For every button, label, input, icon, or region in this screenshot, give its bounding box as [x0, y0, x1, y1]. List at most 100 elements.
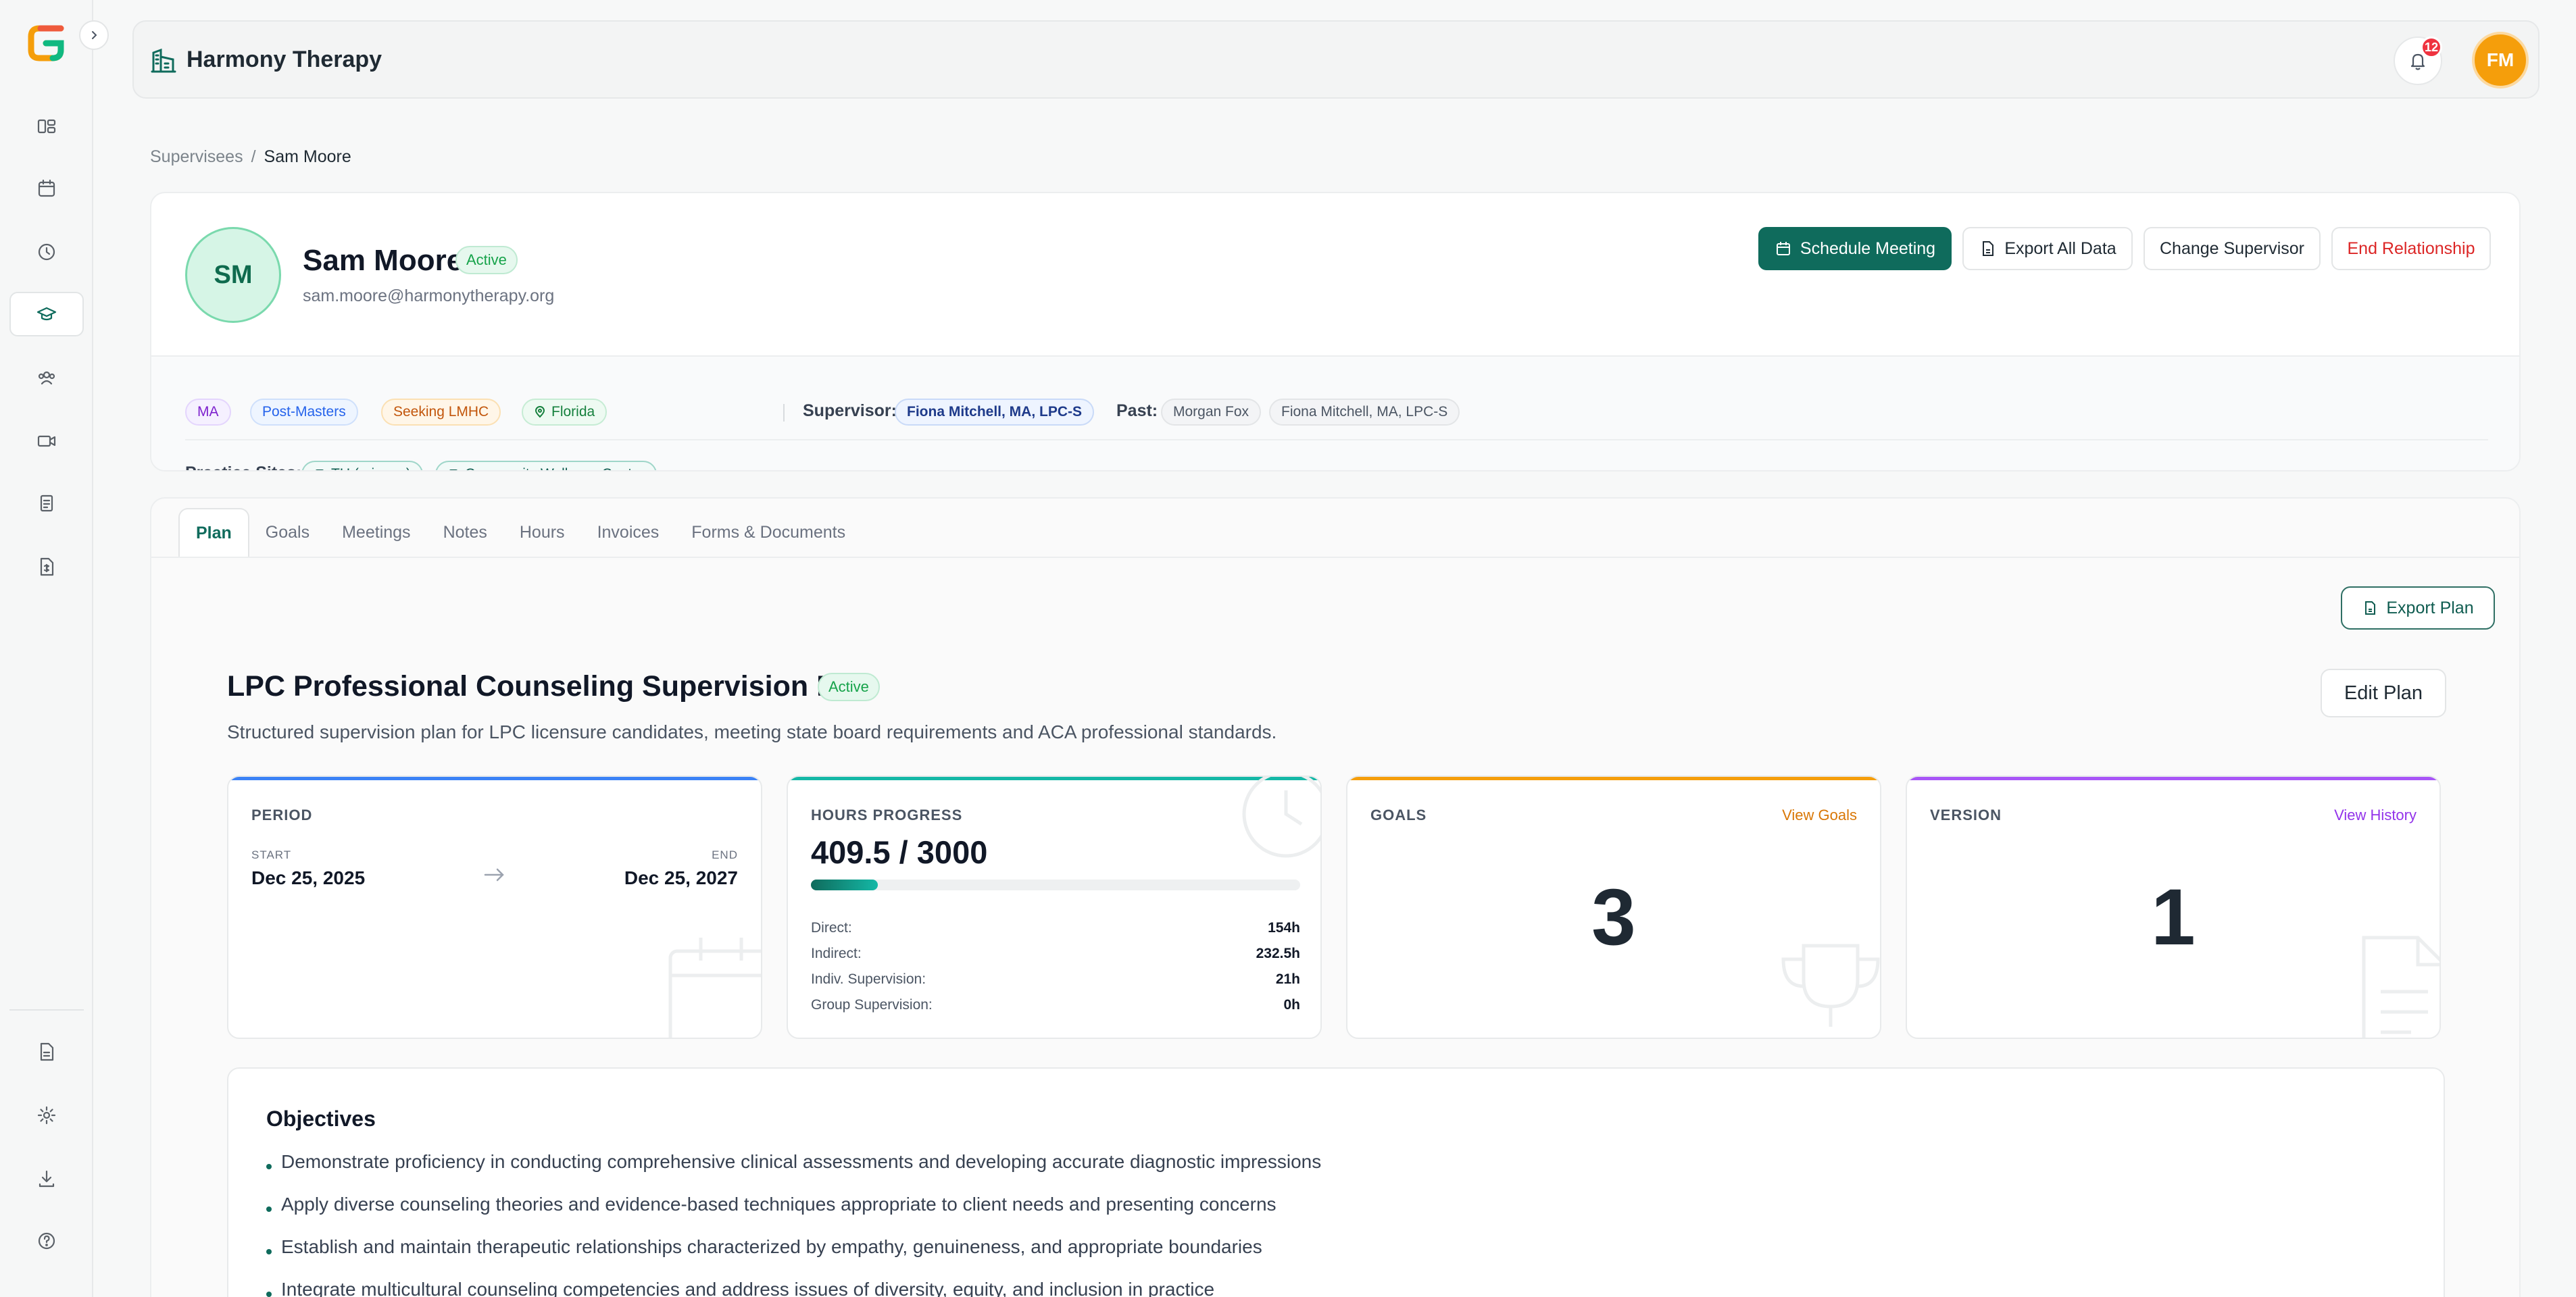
hours-row-value: 21h: [1275, 971, 1300, 987]
change-supervisor-button[interactable]: Change Supervisor: [2144, 227, 2321, 270]
profile-header: SM Sam Moore Active sam.moore@harmonythe…: [151, 193, 2519, 355]
breadcrumb-separator: /: [251, 147, 256, 166]
nav-video[interactable]: [9, 419, 84, 463]
nav-help[interactable]: [9, 1219, 84, 1263]
practice-site-label: TU (primary): [331, 466, 411, 470]
sidebar: [0, 0, 93, 1297]
download-icon: [39, 1170, 55, 1188]
nav-dashboard[interactable]: [9, 104, 84, 149]
tab-invoices[interactable]: Invoices: [581, 508, 676, 557]
supervisee-profile-card: SM Sam Moore Active sam.moore@harmonythe…: [150, 192, 2521, 472]
period-label: PERIOD: [251, 807, 313, 823]
end-relationship-button[interactable]: End Relationship: [2331, 227, 2491, 270]
card-accent: [1347, 777, 1880, 780]
nav-documents[interactable]: [9, 1029, 84, 1074]
schedule-meeting-label: Schedule Meeting: [1800, 238, 1936, 258]
plan-title: LPC Professional Counseling Supervision …: [227, 670, 878, 703]
tab-hours[interactable]: Hours: [503, 508, 581, 557]
objective-text: Demonstrate proficiency in conducting co…: [281, 1151, 1322, 1172]
nav-forms[interactable]: [9, 481, 84, 526]
objective-item: Apply diverse counseling theories and ev…: [266, 1194, 1277, 1215]
tabs-divider: [151, 557, 2519, 558]
export-plan-label: Export Plan: [2386, 598, 2474, 617]
calendar-icon: [38, 179, 55, 197]
supervisee-name: Sam Moore: [303, 244, 464, 277]
view-history-link[interactable]: View History: [2334, 807, 2417, 824]
clipboard-icon: [40, 494, 53, 512]
practice-site-tag[interactable]: Community Wellness Center: [435, 461, 657, 470]
building-icon: [316, 469, 324, 470]
supervisee-email: sam.moore@harmonytherapy.org: [303, 286, 555, 305]
bullet: [266, 1164, 272, 1169]
nav-downloads[interactable]: [9, 1156, 84, 1201]
export-all-data-label: Export All Data: [2004, 238, 2116, 258]
license-tag: Seeking LMHC: [381, 399, 501, 426]
invoice-icon: [40, 557, 54, 576]
objective-text: Establish and maintain therapeutic relat…: [281, 1236, 1262, 1257]
supervisee-avatar: SM: [185, 227, 281, 323]
tab-forms-documents[interactable]: Forms & Documents: [675, 508, 862, 557]
chevron-right-icon: [92, 31, 97, 39]
schedule-meeting-button[interactable]: Schedule Meeting: [1758, 227, 1952, 270]
hours-row-indirect: Indirect: 232.5h: [811, 946, 1300, 962]
hours-row-label: Indiv. Supervision:: [811, 971, 926, 987]
period-card: PERIOD START Dec 25, 2025 END Dec 25, 20…: [227, 775, 762, 1039]
clock-icon: [38, 243, 55, 261]
app-logo[interactable]: [26, 22, 69, 65]
goals-label: GOALS: [1370, 807, 1427, 823]
objectives-title: Objectives: [266, 1107, 376, 1131]
end-label: END: [712, 848, 738, 861]
hours-progress-fill: [811, 880, 878, 890]
past-supervisor-tag: Morgan Fox: [1161, 399, 1262, 426]
dashboard-icon: [37, 119, 56, 134]
hours-row-direct: Direct: 154h: [811, 920, 1300, 936]
nav-settings[interactable]: [9, 1093, 84, 1138]
hours-row-group-supervision: Group Supervision: 0h: [811, 997, 1300, 1013]
help-icon: [38, 1232, 55, 1250]
objective-item: Establish and maintain therapeutic relat…: [266, 1236, 1262, 1258]
edit-plan-button[interactable]: Edit Plan: [2321, 669, 2446, 717]
graduation-cap-icon: [36, 307, 57, 321]
supervisee-status-badge: Active: [455, 246, 518, 274]
start-label: START: [251, 848, 292, 861]
document-icon: [40, 1042, 54, 1061]
current-supervisor-tag[interactable]: Fiona Mitchell, MA, LPC-S: [895, 399, 1095, 426]
bullet: [266, 1292, 272, 1297]
tab-goals[interactable]: Goals: [249, 508, 326, 557]
state-tag-label: Florida: [551, 404, 595, 419]
end-date: Dec 25, 2027: [624, 867, 738, 888]
export-all-data-button[interactable]: Export All Data: [1962, 227, 2133, 270]
nav-calendar[interactable]: [9, 166, 84, 211]
tab-plan[interactable]: Plan: [178, 508, 249, 557]
building-icon: [449, 469, 457, 470]
practice-site-tag[interactable]: TU (primary): [301, 461, 423, 470]
arrow-right-icon: [484, 868, 504, 882]
notifications-button[interactable]: 12: [2394, 36, 2442, 85]
map-pin-icon: [535, 406, 545, 418]
bullet: [266, 1249, 272, 1254]
objective-text: Apply diverse counseling theories and ev…: [281, 1194, 1277, 1215]
nav-invoices[interactable]: [9, 544, 84, 589]
export-plan-button[interactable]: Export Plan: [2341, 586, 2495, 630]
bullet: [266, 1206, 272, 1212]
state-tag: Florida: [522, 399, 608, 426]
file-icon: [1983, 241, 1994, 256]
document-watermark-icon: [2362, 936, 2439, 1038]
breadcrumb-supervisees-link[interactable]: Supervisees: [150, 147, 243, 166]
nav-supervision[interactable]: [9, 292, 84, 336]
past-supervisor-tag: Fiona Mitchell, MA, LPC-S: [1269, 399, 1460, 426]
tab-meetings[interactable]: Meetings: [326, 508, 426, 557]
view-goals-link[interactable]: View Goals: [1782, 807, 1857, 824]
sidebar-collapse-button[interactable]: [79, 20, 109, 50]
nav-hours[interactable]: [9, 230, 84, 274]
user-avatar[interactable]: FM: [2472, 32, 2529, 88]
goals-card: GOALS View Goals 3: [1346, 775, 1881, 1039]
profile-meta: MA Post-Masters Seeking LMHC Florida Sup…: [151, 355, 2519, 470]
nav-clients[interactable]: [9, 355, 84, 400]
hours-row-label: Group Supervision:: [811, 997, 933, 1013]
objective-item: Integrate multicultural counseling compe…: [266, 1279, 1214, 1297]
tab-notes[interactable]: Notes: [427, 508, 503, 557]
hours-row-label: Indirect:: [811, 946, 862, 961]
top-bar: Harmony Therapy 12 FM: [132, 20, 2540, 99]
building-icon: [151, 48, 176, 73]
